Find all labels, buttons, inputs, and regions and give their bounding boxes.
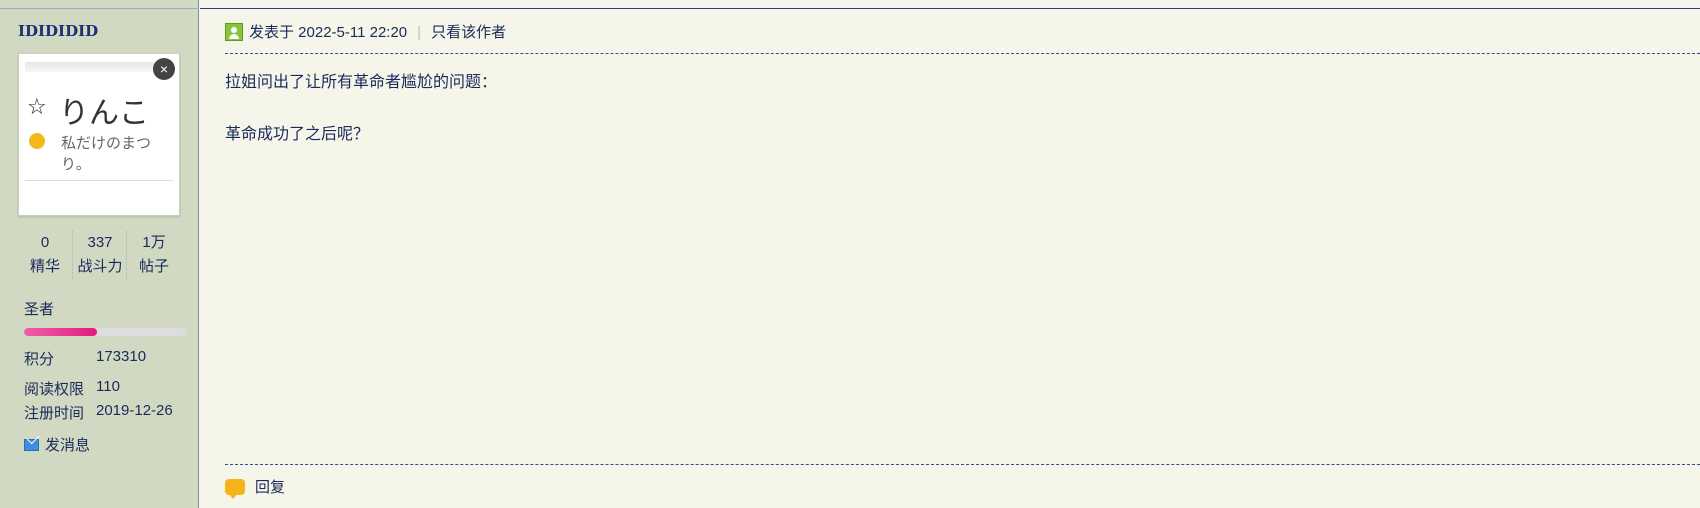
info-label: 注册时间: [24, 405, 85, 422]
avatar-strip: [25, 62, 173, 72]
reply-button[interactable]: 回复: [225, 477, 285, 499]
post-timestamp: 发表于 2022-5-11 22:20: [249, 24, 408, 41]
avatar-title: りんこ: [59, 96, 149, 131]
info-value: 173310: [96, 348, 147, 365]
post-top-divider: [200, 0, 1700, 9]
post-header: 发表于 2022-5-11 22:20 | 只看该作者: [225, 22, 506, 44]
stat-value: 337: [87, 234, 113, 251]
stat-digest[interactable]: 0 精华: [18, 231, 72, 279]
author-icon: [225, 23, 243, 41]
avatar[interactable]: × ☆ りんこ 私だけのまつり。: [18, 53, 180, 216]
stat-power[interactable]: 337 战斗力: [72, 231, 127, 279]
post-main: 发表于 2022-5-11 22:20 | 只看该作者 拉姐问出了让所有革命者尴尬的…: [200, 0, 1700, 508]
star-icon: ☆: [27, 94, 47, 119]
info-value: 2019-12-26: [96, 402, 173, 419]
avatar-divider: [25, 180, 173, 181]
user-stats: 0 精华 337 战斗力 1万 帖子: [18, 231, 180, 279]
info-label: 积分: [24, 351, 55, 368]
stat-label: 帖子: [138, 258, 169, 275]
stat-value: 1万: [142, 234, 166, 251]
info-label: 阅读权限: [24, 381, 85, 398]
author-username[interactable]: IDIDIDID: [18, 22, 98, 40]
stat-label: 精华: [29, 258, 60, 275]
post-header-divider: [225, 53, 1700, 54]
header-separator: |: [417, 24, 422, 41]
author-sidebar: IDIDIDID × ☆ りんこ 私だけのまつり。 0 精华 337 战斗力 1…: [0, 0, 199, 508]
stat-label: 战斗力: [77, 258, 123, 275]
send-message-link[interactable]: 发消息: [24, 434, 90, 455]
sidebar-top-divider: [0, 0, 199, 9]
only-author-link[interactable]: 只看该作者: [431, 24, 506, 41]
stat-value: 0: [40, 234, 50, 251]
rank-progress-fill: [24, 328, 98, 336]
post-line: 拉姐问出了让所有革命者尴尬的问题：: [225, 74, 498, 91]
reply-bubble-icon: [225, 479, 245, 499]
send-message-label: 发消息: [45, 437, 91, 454]
info-value: 110: [96, 378, 120, 395]
post-line: 革命成功了之后呢？: [225, 126, 370, 143]
close-icon: ×: [153, 58, 175, 80]
stat-posts[interactable]: 1万 帖子: [126, 231, 181, 279]
post-footer-divider: [225, 464, 1700, 465]
rank-progress-bar: [24, 328, 187, 336]
clock-icon: [29, 133, 45, 149]
post-content: 拉姐问出了让所有革命者尴尬的问题： 革命成功了之后呢？: [225, 70, 497, 148]
mail-icon: [24, 439, 39, 451]
reply-label: 回复: [255, 479, 286, 496]
user-rank: 圣者: [24, 301, 55, 318]
avatar-subtitle: 私だけのまつり。: [61, 135, 152, 173]
